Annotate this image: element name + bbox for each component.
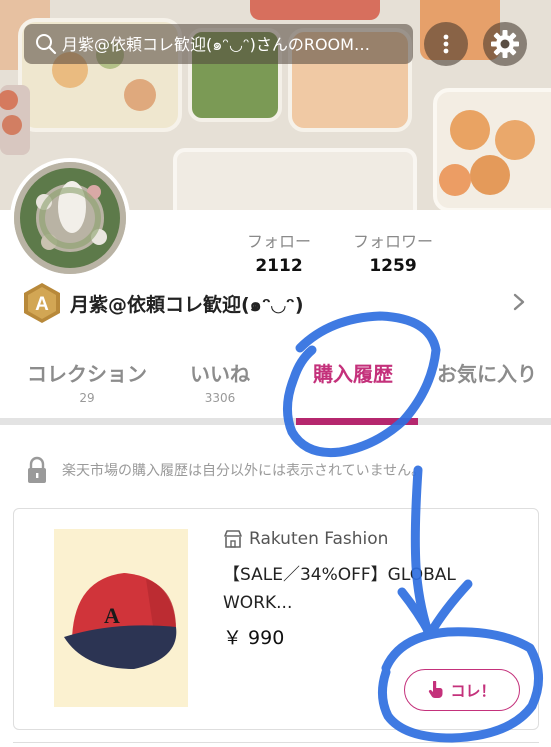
privacy-notice-text: 楽天市場の購入履歴は自分以外には表示されていません。 bbox=[62, 463, 426, 479]
tab-count: 29 bbox=[79, 391, 95, 405]
cap-image: A bbox=[54, 529, 188, 707]
tab-label: 購入履歴 bbox=[313, 362, 393, 386]
chevron-right-icon bbox=[513, 293, 525, 311]
shop-info[interactable]: Rakuten Fashion bbox=[223, 529, 388, 549]
privacy-notice: 楽天市場の購入履歴は自分以外には表示されていません。 bbox=[26, 456, 425, 484]
profile-name-row[interactable]: A 月紫@依頼コレ歓迎(๑ᵔ◡ᵔ) bbox=[0, 282, 551, 326]
tab-label: いいね bbox=[190, 362, 250, 386]
follow-stat[interactable]: フォロー 2112 bbox=[244, 228, 314, 276]
kore-button-label: コレ！ bbox=[450, 681, 496, 700]
search-icon bbox=[36, 34, 57, 55]
follower-stat[interactable]: フォロワー 1259 bbox=[346, 228, 440, 276]
product-price: ￥ 990 bbox=[223, 627, 285, 649]
avatar[interactable] bbox=[10, 158, 130, 278]
product-title[interactable]: 【SALE／34%OFF】GLOBAL WORK... bbox=[223, 561, 493, 617]
search-query: 月紫@依頼コレ歓迎(๑ᵔ◡ᵔ)さんのROOM… bbox=[62, 34, 370, 54]
product-title-line-1: 【SALE／34%OFF】GLOBAL bbox=[223, 565, 456, 585]
avatar-image bbox=[14, 162, 126, 274]
tab-label: コレクション bbox=[27, 362, 147, 386]
tab-likes[interactable]: いいね 3306 bbox=[188, 358, 252, 405]
follower-count: 1259 bbox=[369, 256, 417, 276]
follow-label: フォロー bbox=[246, 232, 311, 251]
more-vertical-icon bbox=[443, 34, 449, 54]
purchase-item-card[interactable]: A Rakuten Fashion 【SALE／34%OFF】GLOBAL WO… bbox=[13, 508, 539, 730]
tab-bar: コレクション 29 いいね 3306 購入履歴 お気に入り bbox=[0, 346, 551, 424]
product-title-line-2: WORK... bbox=[223, 593, 293, 613]
tab-count: 3306 bbox=[204, 391, 236, 405]
search-bar[interactable]: 月紫@依頼コレ歓迎(๑ᵔ◡ᵔ)さんのROOM… bbox=[24, 24, 413, 64]
svg-text:A: A bbox=[104, 603, 120, 628]
hand-pointer-icon bbox=[429, 681, 443, 698]
follow-count: 2112 bbox=[255, 256, 303, 276]
shop-name: Rakuten Fashion bbox=[249, 529, 389, 549]
display-name: 月紫@依頼コレ歓迎(๑ᵔ◡ᵔ) bbox=[70, 294, 304, 316]
tab-purchase-history[interactable]: 購入履歴 bbox=[310, 358, 396, 387]
tab-divider bbox=[0, 418, 551, 425]
shop-icon bbox=[224, 530, 242, 548]
tab-label: お気に入り bbox=[437, 362, 537, 386]
gear-icon bbox=[491, 30, 519, 58]
more-button[interactable] bbox=[424, 22, 468, 66]
settings-button[interactable] bbox=[483, 22, 527, 66]
tab-collection[interactable]: コレクション 29 bbox=[24, 358, 150, 405]
tab-favorites[interactable]: お気に入り bbox=[432, 358, 542, 387]
lock-icon bbox=[28, 456, 46, 483]
next-card-edge bbox=[13, 742, 539, 747]
product-image[interactable]: A bbox=[54, 529, 188, 707]
rank-badge-icon: A bbox=[24, 283, 60, 323]
svg-text:A: A bbox=[35, 294, 49, 315]
active-tab-indicator bbox=[296, 418, 418, 425]
follower-label: フォロワー bbox=[352, 232, 433, 251]
kore-button[interactable]: コレ！ bbox=[404, 669, 520, 711]
